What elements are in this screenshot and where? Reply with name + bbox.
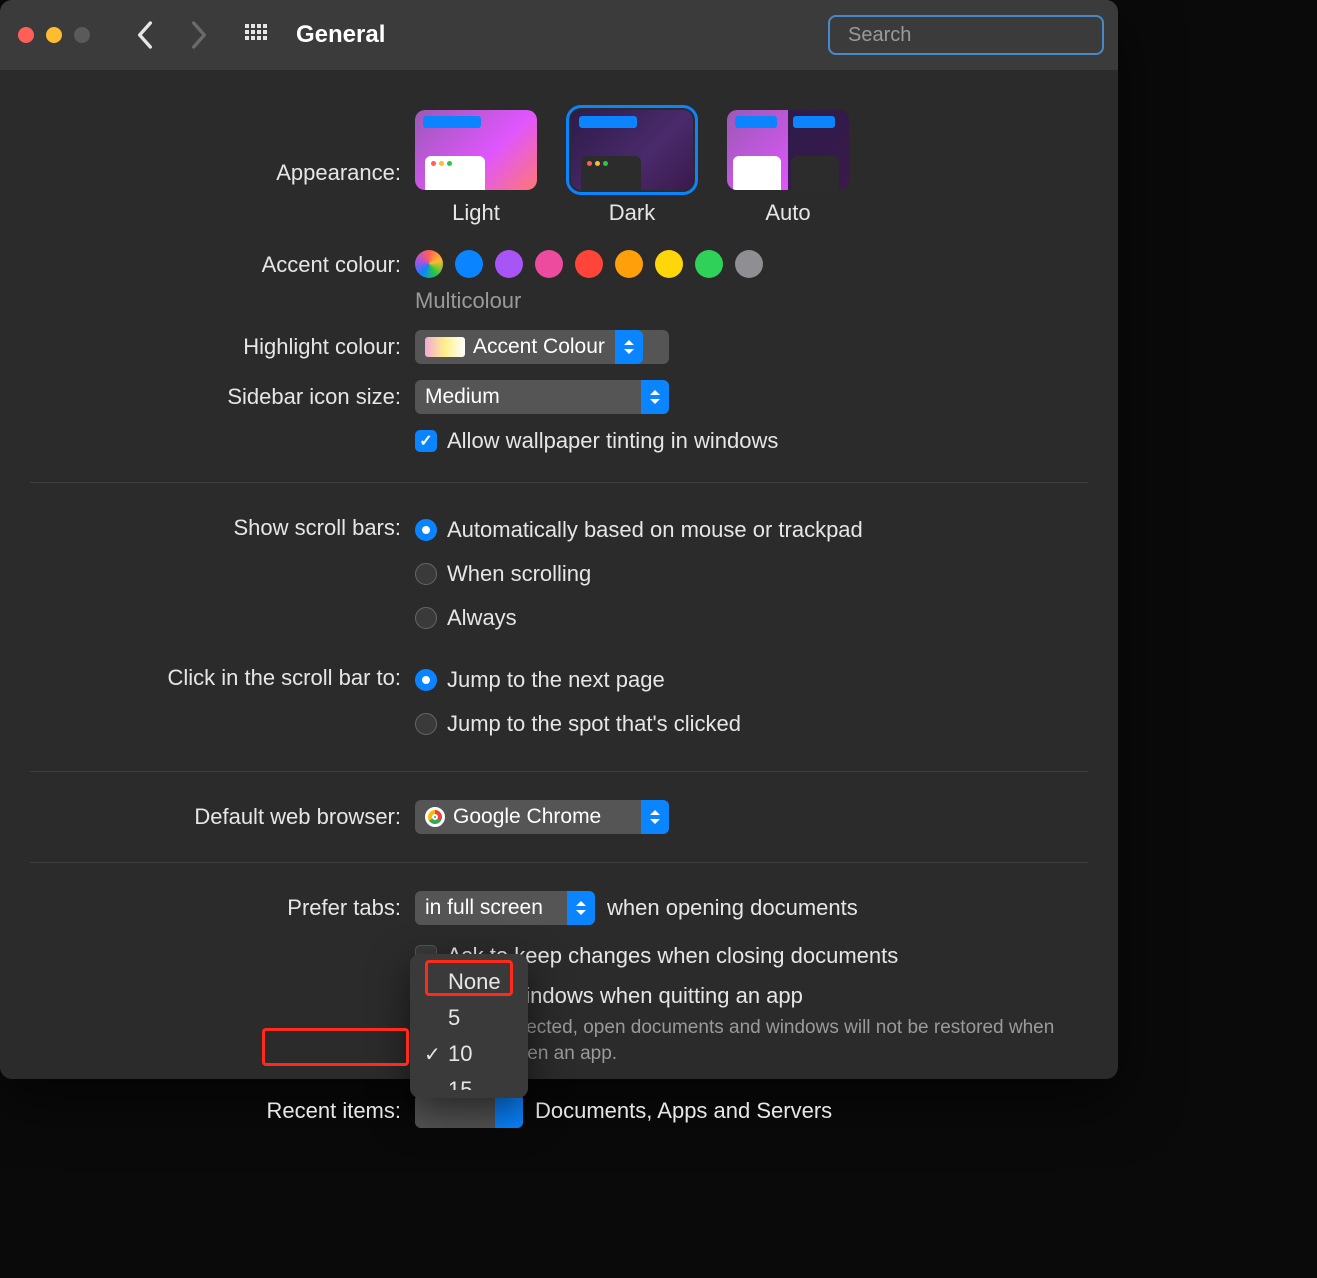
scroll-click-option-label: Jump to the next page bbox=[447, 661, 665, 699]
accent-swatch-pink[interactable] bbox=[535, 250, 563, 278]
appearance-label: Appearance: bbox=[0, 110, 415, 186]
default-browser-value: Google Chrome bbox=[453, 805, 601, 829]
appearance-option-dark[interactable]: Dark bbox=[571, 110, 693, 226]
popup-arrows-icon bbox=[641, 800, 669, 834]
scroll-click-next-page-radio[interactable] bbox=[415, 669, 437, 691]
recent-items-option-15[interactable]: 15 bbox=[414, 1072, 524, 1090]
appearance-thumb-auto bbox=[727, 110, 849, 190]
recent-items-option-10[interactable]: ✓10 bbox=[414, 1036, 524, 1072]
scroll-option-label: When scrolling bbox=[447, 555, 591, 593]
zoom-window-button[interactable] bbox=[74, 27, 90, 43]
accent-swatch-red[interactable] bbox=[575, 250, 603, 278]
highlight-colour-label: Highlight colour: bbox=[0, 330, 415, 360]
default-browser-popup[interactable]: Google Chrome bbox=[415, 800, 669, 834]
minimize-window-button[interactable] bbox=[46, 27, 62, 43]
click-scroll-bar-label: Click in the scroll bar to: bbox=[0, 661, 415, 691]
scroll-option-label: Always bbox=[447, 599, 517, 637]
grid-icon bbox=[245, 24, 267, 46]
sidebar-icon-size-value: Medium bbox=[425, 385, 500, 409]
scroll-option-label: Automatically based on mouse or trackpad bbox=[447, 511, 863, 549]
sidebar-icon-size-popup[interactable]: Medium bbox=[415, 380, 669, 414]
accent-colour-label: Accent colour: bbox=[0, 250, 415, 278]
forward-button[interactable] bbox=[184, 20, 214, 50]
wallpaper-tinting-checkbox[interactable] bbox=[415, 430, 437, 452]
popup-arrows-icon bbox=[641, 380, 669, 414]
popup-arrows-icon bbox=[567, 891, 595, 925]
preferences-window: General Appearance: Light bbox=[0, 0, 1118, 1079]
back-button[interactable] bbox=[130, 20, 160, 50]
close-window-button[interactable] bbox=[18, 27, 34, 43]
divider bbox=[30, 862, 1088, 863]
search-field-wrap[interactable] bbox=[828, 15, 1104, 55]
prefer-tabs-popup[interactable]: in full screen bbox=[415, 891, 595, 925]
chrome-icon bbox=[425, 807, 445, 827]
window-traffic-lights bbox=[18, 27, 90, 43]
wallpaper-tinting-label: Allow wallpaper tinting in windows bbox=[447, 428, 778, 454]
recent-items-option-5[interactable]: 5 bbox=[414, 1000, 524, 1036]
prefer-tabs-suffix: when opening documents bbox=[607, 895, 858, 921]
appearance-thumb-dark bbox=[571, 110, 693, 190]
accent-colour-selected-name: Multicolour bbox=[415, 288, 1118, 314]
recent-items-menu[interactable]: None 5 ✓10 15 bbox=[410, 954, 528, 1098]
default-browser-label: Default web browser: bbox=[0, 800, 415, 830]
recent-items-label: Recent items: bbox=[0, 1094, 415, 1124]
highlight-gradient-icon bbox=[425, 337, 465, 357]
highlight-colour-popup[interactable]: Accent Colour bbox=[415, 330, 669, 364]
accent-swatch-orange[interactable] bbox=[615, 250, 643, 278]
prefer-tabs-label: Prefer tabs: bbox=[0, 891, 415, 921]
recent-items-suffix: Documents, Apps and Servers bbox=[535, 1098, 832, 1124]
content-area: Appearance: Light bbox=[0, 70, 1118, 1128]
accent-swatch-multicolour[interactable] bbox=[415, 250, 443, 278]
appearance-thumb-light bbox=[415, 110, 537, 190]
appearance-option-auto[interactable]: Auto bbox=[727, 110, 849, 226]
close-windows-note: When selected, open documents and window… bbox=[447, 1015, 1067, 1066]
popup-arrows-icon bbox=[615, 330, 643, 364]
window-title: General bbox=[296, 21, 385, 49]
divider bbox=[30, 771, 1088, 772]
scroll-click-spot-radio[interactable] bbox=[415, 713, 437, 735]
chevron-left-icon bbox=[137, 21, 153, 49]
appearance-option-light[interactable]: Light bbox=[415, 110, 537, 226]
search-input[interactable] bbox=[848, 24, 1113, 47]
popup-arrows-icon bbox=[495, 1094, 523, 1128]
scroll-click-option-label: Jump to the spot that's clicked bbox=[447, 705, 741, 743]
prefer-tabs-value: in full screen bbox=[425, 896, 543, 920]
accent-swatch-purple[interactable] bbox=[495, 250, 523, 278]
appearance-caption: Dark bbox=[571, 200, 693, 226]
recent-items-popup[interactable] bbox=[415, 1094, 523, 1128]
chevron-right-icon bbox=[191, 21, 207, 49]
recent-items-option-none[interactable]: None bbox=[414, 964, 524, 1000]
accent-swatch-blue[interactable] bbox=[455, 250, 483, 278]
accent-swatch-green[interactable] bbox=[695, 250, 723, 278]
divider bbox=[30, 482, 1088, 483]
scroll-auto-radio[interactable] bbox=[415, 519, 437, 541]
appearance-caption: Light bbox=[415, 200, 537, 226]
accent-colour-swatches bbox=[415, 250, 1118, 278]
sidebar-icon-size-label: Sidebar icon size: bbox=[0, 380, 415, 410]
show-scroll-bars-label: Show scroll bars: bbox=[0, 511, 415, 541]
show-all-button[interactable] bbox=[244, 23, 268, 47]
scroll-when-scrolling-radio[interactable] bbox=[415, 563, 437, 585]
titlebar: General bbox=[0, 0, 1118, 70]
appearance-caption: Auto bbox=[727, 200, 849, 226]
accent-swatch-yellow[interactable] bbox=[655, 250, 683, 278]
scroll-always-radio[interactable] bbox=[415, 607, 437, 629]
highlight-colour-value: Accent Colour bbox=[473, 335, 605, 359]
checkmark-icon: ✓ bbox=[424, 1042, 441, 1067]
accent-swatch-graphite[interactable] bbox=[735, 250, 763, 278]
